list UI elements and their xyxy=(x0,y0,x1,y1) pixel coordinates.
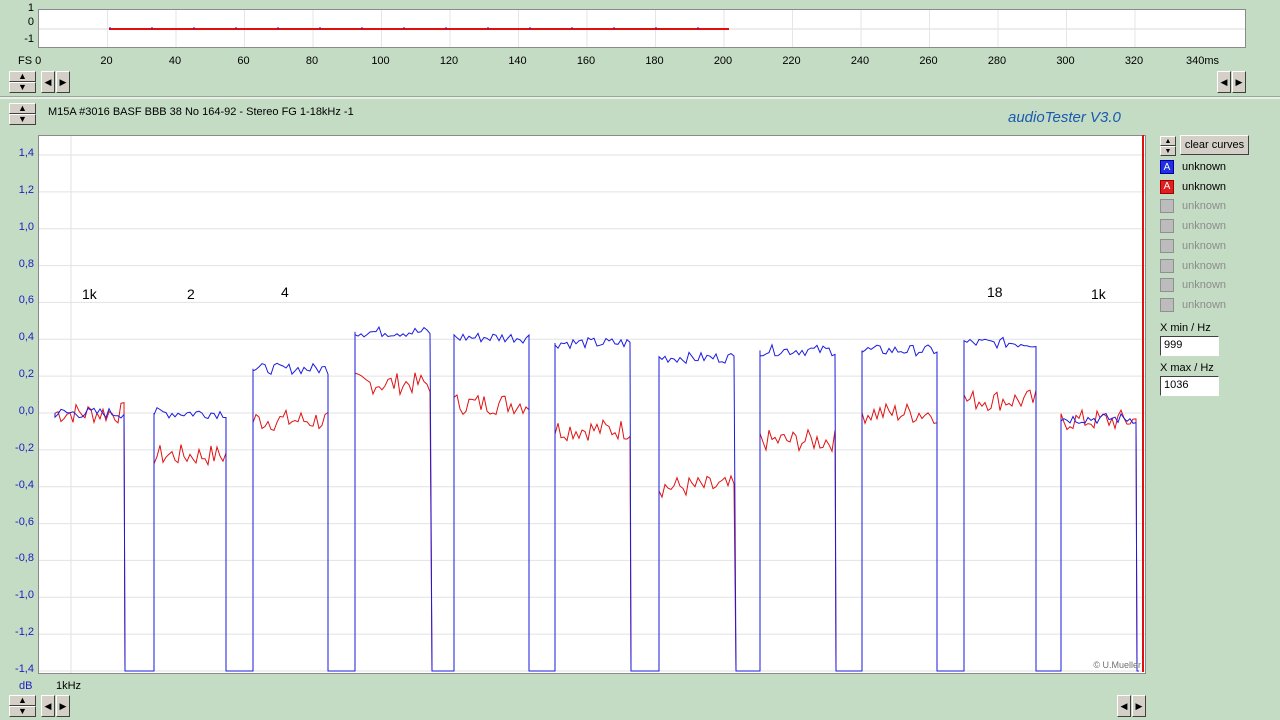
main-plot: © U.Mueller xyxy=(38,135,1146,674)
overview-x-tick: 200 xyxy=(713,55,733,67)
unit-label: dB xyxy=(19,680,33,692)
xmax-label: X max / Hz xyxy=(1160,362,1214,374)
curve-checkbox[interactable] xyxy=(1160,238,1174,253)
curve-checkbox[interactable] xyxy=(1160,258,1174,273)
main-y-tick: 0,4 xyxy=(18,331,34,344)
segment-annotation: 18 xyxy=(987,284,1003,300)
overview-x-tick: 180 xyxy=(645,55,664,67)
legend-spin-down-button[interactable]: ▼ xyxy=(1160,146,1176,156)
main-amp-up-button[interactable]: ▲ xyxy=(9,695,36,706)
overview-zoom-right-button[interactable]: ▶ xyxy=(1232,71,1246,93)
xmin-label: X min / Hz xyxy=(1160,322,1211,334)
overview-x-tick: 140 xyxy=(508,55,527,67)
legend-item[interactable]: unknown xyxy=(1160,198,1226,214)
curve-label: unknown xyxy=(1182,220,1227,233)
segment-annotation: 1k xyxy=(82,286,97,302)
curve-checkbox[interactable] xyxy=(1160,219,1174,234)
curve-checkbox[interactable] xyxy=(1160,297,1174,312)
overview-x-tick: 100 xyxy=(371,55,390,67)
segment-annotation: 1k xyxy=(1091,286,1106,302)
main-y-tick: -0,2 xyxy=(15,441,34,454)
legend-spin-up-button[interactable]: ▲ xyxy=(1160,136,1176,146)
main-y-tick: 0,2 xyxy=(18,368,34,381)
main-y-tick: -0,6 xyxy=(15,515,34,528)
overview-x-tick: 160 xyxy=(576,55,596,67)
main-y-tick: 1,2 xyxy=(18,183,34,196)
overview-x-tick: 40 xyxy=(168,55,182,67)
main-y-tick: -0,4 xyxy=(15,478,34,491)
legend-item[interactable]: Aunknown xyxy=(1160,159,1226,175)
overview-scroll-left-button[interactable]: ◀ xyxy=(41,71,55,93)
main-scroll-left-button[interactable]: ◀ xyxy=(41,695,55,717)
main-zoom-up-button[interactable]: ▲ xyxy=(9,103,36,114)
curve-label: unknown xyxy=(1182,200,1227,213)
measurement-title: M15A #3016 BASF BBB 38 No 164-92 - Stere… xyxy=(48,106,354,118)
legend-item[interactable]: unknown xyxy=(1160,258,1226,274)
overview-x-tick: 240 xyxy=(850,55,870,67)
overview-zoom-down-button[interactable]: ▼ xyxy=(9,82,36,93)
main-zoom-left-button[interactable]: ◀ xyxy=(1117,695,1131,717)
overview-zoom-up-button[interactable]: ▲ xyxy=(9,71,36,82)
overview-x-tick: 260 xyxy=(919,55,938,67)
legend-item[interactable]: unknown xyxy=(1160,297,1226,313)
credit: © U.Mueller xyxy=(1093,660,1141,670)
main-zoom-down-button[interactable]: ▼ xyxy=(9,114,36,125)
clear-curves-button[interactable]: clear curves xyxy=(1180,135,1249,155)
legend-item[interactable]: unknown xyxy=(1160,277,1226,293)
overview-x-tick: 80 xyxy=(305,55,319,67)
main-y-tick: 0,0 xyxy=(18,405,34,417)
overview-x-tick: 120 xyxy=(439,55,459,67)
main-amp-down-button[interactable]: ▼ xyxy=(9,706,36,717)
main-zoom-right-button[interactable]: ▶ xyxy=(1132,695,1146,717)
overview-x-tick: 320 xyxy=(1124,55,1144,67)
curve-checkbox[interactable] xyxy=(1160,199,1174,214)
legend-item[interactable]: Aunknown xyxy=(1160,179,1226,195)
main-y-tick: 0,8 xyxy=(18,257,34,270)
segment-annotation: 4 xyxy=(281,284,289,300)
main-y-tick: -1,4 xyxy=(15,663,34,675)
overview-x-tick: 20 xyxy=(100,55,113,67)
main-chart xyxy=(39,136,1145,673)
main-y-tick: 1,4 xyxy=(18,147,34,159)
curve-label: unknown xyxy=(1182,298,1227,311)
xmin-field[interactable]: 999 xyxy=(1160,336,1219,356)
splitter[interactable] xyxy=(0,96,1280,99)
curve-label: unknown xyxy=(1182,180,1227,193)
main-y-tick: -1,0 xyxy=(15,589,34,602)
curve-checkbox[interactable]: A xyxy=(1160,160,1174,174)
main-y-tick: -0,8 xyxy=(15,552,34,565)
overview-plot xyxy=(38,9,1246,48)
overview-x-tick: FS 0 xyxy=(18,55,42,67)
series-blue-line xyxy=(54,325,1139,672)
xmax-field[interactable]: 1036 xyxy=(1160,376,1219,396)
x-position-label: 1kHz xyxy=(56,680,82,692)
curve-label: unknown xyxy=(1182,239,1227,252)
curve-label: unknown xyxy=(1182,279,1227,292)
curve-checkbox[interactable] xyxy=(1160,278,1174,293)
main-scroll-right-button[interactable]: ▶ xyxy=(56,695,70,717)
overview-y-tick: 1 xyxy=(27,2,34,14)
overview-scroll-right-button[interactable]: ▶ xyxy=(56,71,70,93)
overview-y-tick: -1 xyxy=(24,33,34,45)
legend-item[interactable]: unknown xyxy=(1160,218,1226,234)
right-marker xyxy=(1142,135,1144,672)
overview-trace xyxy=(39,10,1245,47)
overview-x-tick: 220 xyxy=(782,55,801,67)
main-y-tick: 0,6 xyxy=(18,294,34,307)
overview-x-tick: 340ms xyxy=(1185,55,1220,67)
overview-x-tick: 280 xyxy=(987,55,1007,67)
main-y-tick: -1,2 xyxy=(15,626,34,639)
overview-x-tick: 300 xyxy=(1056,55,1075,67)
legend-item[interactable]: unknown xyxy=(1160,238,1226,254)
curve-label: unknown xyxy=(1182,259,1227,272)
segment-annotation: 2 xyxy=(187,286,195,302)
overview-zoom-left-button[interactable]: ◀ xyxy=(1217,71,1231,93)
overview-y-tick: 0 xyxy=(27,16,34,28)
curve-label: unknown xyxy=(1182,161,1227,173)
app-name: audioTester V3.0 xyxy=(1008,109,1121,126)
overview-x-tick: 60 xyxy=(237,55,250,67)
main-y-tick: 1,0 xyxy=(18,220,34,233)
curve-checkbox[interactable]: A xyxy=(1160,179,1174,194)
